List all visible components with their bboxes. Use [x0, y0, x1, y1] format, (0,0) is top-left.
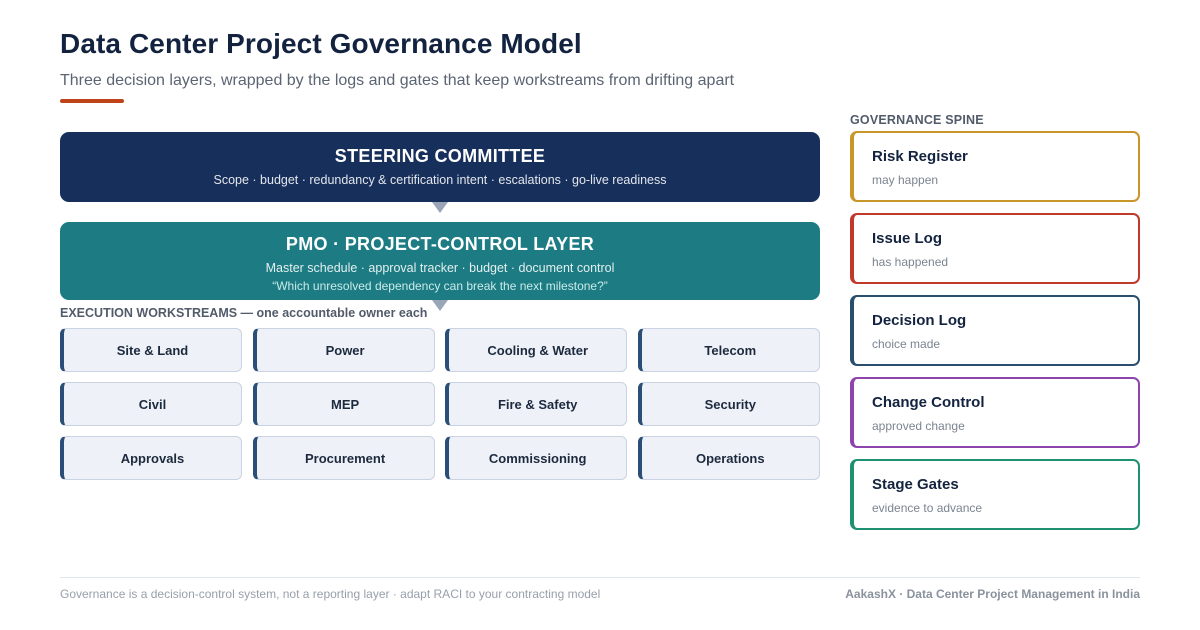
- workstream-procurement: Procurement: [252, 436, 435, 480]
- workstream-mep: MEP: [252, 382, 435, 426]
- workstream-telecom: Telecom: [637, 328, 820, 372]
- workstream-site-land: Site & Land: [60, 328, 242, 372]
- workstream-approvals: Approvals: [60, 436, 242, 480]
- workstream-fire-safety: Fire & Safety: [445, 382, 628, 426]
- issue-log-title: Issue Log: [872, 230, 943, 247]
- governance-spine-heading: GOVERNANCE SPINE: [850, 113, 984, 127]
- footer-divider: [60, 577, 1140, 578]
- pmo-scope: Master schedule · approval tracker · bud…: [265, 261, 615, 275]
- workstream-operations: Operations: [637, 436, 820, 480]
- stage-gates-subtitle: evidence to advance: [872, 501, 983, 515]
- steering-committee-layer: STEERING COMMITTEE Scope · budget · redu…: [60, 132, 820, 202]
- change-control-card: Change Control approved change: [850, 377, 1140, 448]
- issue-log-card: Issue Log has happened: [850, 213, 1140, 284]
- issue-log-subtitle: has happened: [872, 255, 949, 269]
- stage-gates-card: Stage Gates evidence to advance: [850, 459, 1140, 530]
- title-accent-bar: [60, 99, 124, 103]
- workstream-cooling-water: Cooling & Water: [445, 328, 628, 372]
- footer-note: Governance is a decision-control system,…: [60, 587, 601, 601]
- footer-credit: AakashX · Data Center Project Management…: [845, 587, 1140, 601]
- risk-register-subtitle: may happen: [872, 173, 939, 187]
- steering-committee-title: STEERING COMMITTEE: [334, 146, 546, 166]
- down-arrow-icon: [432, 202, 448, 213]
- pmo-title: PMO · PROJECT-CONTROL LAYER: [285, 234, 595, 254]
- pmo-layer: PMO · PROJECT-CONTROL LAYER Master sched…: [60, 222, 820, 300]
- workstream-security: Security: [637, 382, 820, 426]
- risk-register-title: Risk Register: [872, 148, 968, 165]
- change-control-title: Change Control: [872, 394, 985, 411]
- pmo-question: “Which unresolved dependency can break t…: [272, 279, 608, 293]
- workstream-commissioning: Commissioning: [445, 436, 628, 480]
- workstream-civil: Civil: [60, 382, 242, 426]
- page-subtitle: Three decision layers, wrapped by the lo…: [60, 72, 735, 89]
- workstream-power: Power: [252, 328, 435, 372]
- page-title: Data Center Project Governance Model: [60, 28, 582, 59]
- decision-log-title: Decision Log: [872, 312, 967, 329]
- stage-gates-title: Stage Gates: [872, 476, 959, 493]
- workstreams-grid: Site & Land Power Cooling & Water Teleco…: [60, 328, 820, 480]
- down-arrow-icon: [432, 300, 448, 311]
- steering-committee-scope: Scope · budget · redundancy & certificat…: [213, 173, 667, 187]
- risk-register-card: Risk Register may happen: [850, 131, 1140, 202]
- decision-log-card: Decision Log choice made: [850, 295, 1140, 366]
- workstreams-heading: EXECUTION WORKSTREAMS — one accountable …: [60, 306, 428, 320]
- change-control-subtitle: approved change: [872, 419, 965, 433]
- decision-log-subtitle: choice made: [872, 337, 941, 351]
